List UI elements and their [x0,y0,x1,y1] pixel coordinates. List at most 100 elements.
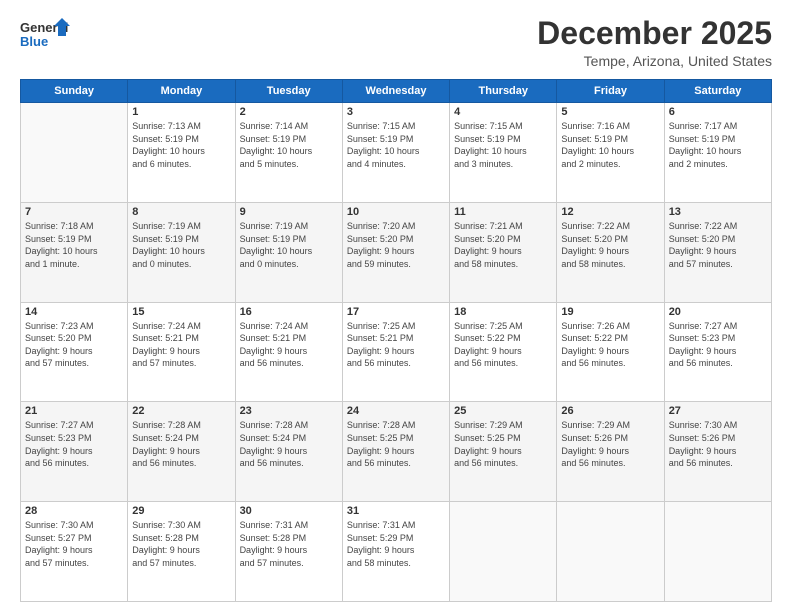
calendar-day-cell: 4Sunrise: 7:15 AMSunset: 5:19 PMDaylight… [450,103,557,203]
day-info: Sunrise: 7:29 AMSunset: 5:25 PMDaylight:… [454,419,552,469]
day-number: 8 [132,206,230,218]
svg-text:Blue: Blue [20,34,48,49]
calendar-day-cell [450,502,557,602]
calendar-day-cell: 30Sunrise: 7:31 AMSunset: 5:28 PMDayligh… [235,502,342,602]
calendar-day-cell: 1 Sunrise: 7:13 AMSunset: 5:19 PMDaylight… [128,103,235,203]
calendar-day-cell: 25 Sunrise: 7:29 AMSunset: 5:25 PMDayligh… [450,402,557,502]
header-friday: Friday [557,80,664,103]
day-number: 15 [132,306,230,318]
day-info: Sunrise: 7:22 AMSunset: 5:20 PMDaylight:… [561,220,659,270]
day-info: Sunrise: 7:26 AMSunset: 5:22 PMDaylight:… [561,320,659,370]
calendar-day-cell: 9Sunrise: 7:19 AMSunset: 5:19 PMDaylight… [235,202,342,302]
day-info: Sunrise: 7:31 AMSunset: 5:28 PMDaylight:… [240,519,338,569]
calendar-day-cell: 31Sunrise: 7:31 AMSunset: 5:29 PMDayligh… [342,502,449,602]
calendar-day-cell: 21 Sunrise: 7:27 AMSunset: 5:23 PMDayligh… [21,402,128,502]
day-info: Sunrise: 7:30 AMSunset: 5:27 PMDaylight:… [25,519,123,569]
day-number: 5 [561,106,659,118]
calendar-week-row: 21 Sunrise: 7:27 AMSunset: 5:23 PMDayligh… [21,402,772,502]
day-number: 19 [561,306,659,318]
day-number: 10 [347,206,445,218]
header-tuesday: Tuesday [235,80,342,103]
calendar-day-cell: 29 Sunrise: 7:30 AMSunset: 5:28 PMDayligh… [128,502,235,602]
day-number: 28 [25,505,123,517]
header-saturday: Saturday [664,80,771,103]
day-number: 29 [132,505,230,517]
day-info: Sunrise: 7:29 AMSunset: 5:26 PMDaylight:… [561,419,659,469]
day-number: 25 [454,405,552,417]
day-number: 11 [454,206,552,218]
logo-svg: General Blue [20,16,70,54]
calendar-day-cell: 18Sunrise: 7:25 AMSunset: 5:22 PMDayligh… [450,302,557,402]
day-info: Sunrise: 7:17 AMSunset: 5:19 PMDaylight:… [669,120,767,170]
day-number: 23 [240,405,338,417]
calendar-day-cell [664,502,771,602]
day-info: Sunrise: 7:13 AMSunset: 5:19 PMDaylight:… [132,120,230,170]
calendar-day-cell: 26Sunrise: 7:29 AMSunset: 5:26 PMDayligh… [557,402,664,502]
calendar-day-cell: 19 Sunrise: 7:26 AMSunset: 5:22 PMDayligh… [557,302,664,402]
day-number: 27 [669,405,767,417]
calendar-day-cell: 7Sunrise: 7:18 AMSunset: 5:19 PMDaylight… [21,202,128,302]
day-info: Sunrise: 7:23 AMSunset: 5:20 PMDaylight:… [25,320,123,370]
day-number: 20 [669,306,767,318]
calendar-day-cell: 2 Sunrise: 7:14 AMSunset: 5:19 PMDaylight… [235,103,342,203]
day-number: 14 [25,306,123,318]
calendar-day-cell [21,103,128,203]
calendar-day-cell: 24 Sunrise: 7:28 AMSunset: 5:25 PMDayligh… [342,402,449,502]
calendar-day-cell: 17 Sunrise: 7:25 AMSunset: 5:21 PMDayligh… [342,302,449,402]
calendar-day-cell: 12 Sunrise: 7:22 AMSunset: 5:20 PMDayligh… [557,202,664,302]
calendar-day-cell: 3 Sunrise: 7:15 AMSunset: 5:19 PMDaylight… [342,103,449,203]
day-info: Sunrise: 7:15 AMSunset: 5:19 PMDaylight:… [454,120,552,170]
day-number: 1 [132,106,230,118]
weekday-header-row: Sunday Monday Tuesday Wednesday Thursday… [21,80,772,103]
calendar-day-cell: 6 Sunrise: 7:17 AMSunset: 5:19 PMDaylight… [664,103,771,203]
day-info: Sunrise: 7:16 AMSunset: 5:19 PMDaylight:… [561,120,659,170]
day-number: 6 [669,106,767,118]
calendar-day-cell: 16 Sunrise: 7:24 AMSunset: 5:21 PMDayligh… [235,302,342,402]
calendar-day-cell: 27Sunrise: 7:30 AMSunset: 5:26 PMDayligh… [664,402,771,502]
calendar-day-cell: 15 Sunrise: 7:24 AMSunset: 5:21 PMDayligh… [128,302,235,402]
header-thursday: Thursday [450,80,557,103]
calendar-day-cell: 28 Sunrise: 7:30 AMSunset: 5:27 PMDayligh… [21,502,128,602]
day-info: Sunrise: 7:15 AMSunset: 5:19 PMDaylight:… [347,120,445,170]
day-number: 22 [132,405,230,417]
day-number: 24 [347,405,445,417]
calendar-day-cell: 13 Sunrise: 7:22 AMSunset: 5:20 PMDayligh… [664,202,771,302]
day-number: 13 [669,206,767,218]
calendar-day-cell: 11 Sunrise: 7:21 AMSunset: 5:20 PMDayligh… [450,202,557,302]
calendar-day-cell: 20 Sunrise: 7:27 AMSunset: 5:23 PMDayligh… [664,302,771,402]
day-number: 17 [347,306,445,318]
day-number: 31 [347,505,445,517]
title-block: December 2025 Tempe, Arizona, United Sta… [537,16,772,69]
calendar-week-row: 28 Sunrise: 7:30 AMSunset: 5:27 PMDayligh… [21,502,772,602]
day-info: Sunrise: 7:19 AMSunset: 5:19 PMDaylight:… [132,220,230,270]
day-info: Sunrise: 7:25 AMSunset: 5:21 PMDaylight:… [347,320,445,370]
day-info: Sunrise: 7:19 AMSunset: 5:19 PMDaylight:… [240,220,338,270]
header-monday: Monday [128,80,235,103]
day-info: Sunrise: 7:30 AMSunset: 5:28 PMDaylight:… [132,519,230,569]
page-title: December 2025 [537,16,772,51]
day-info: Sunrise: 7:28 AMSunset: 5:24 PMDaylight:… [132,419,230,469]
day-number: 7 [25,206,123,218]
day-number: 16 [240,306,338,318]
day-info: Sunrise: 7:28 AMSunset: 5:25 PMDaylight:… [347,419,445,469]
day-info: Sunrise: 7:21 AMSunset: 5:20 PMDaylight:… [454,220,552,270]
day-info: Sunrise: 7:20 AMSunset: 5:20 PMDaylight:… [347,220,445,270]
page: General Blue December 2025 Tempe, Arizon… [0,0,792,612]
day-info: Sunrise: 7:22 AMSunset: 5:20 PMDaylight:… [669,220,767,270]
day-info: Sunrise: 7:24 AMSunset: 5:21 PMDaylight:… [240,320,338,370]
header-wednesday: Wednesday [342,80,449,103]
header: General Blue December 2025 Tempe, Arizon… [20,16,772,69]
day-number: 12 [561,206,659,218]
day-info: Sunrise: 7:24 AMSunset: 5:21 PMDaylight:… [132,320,230,370]
day-number: 2 [240,106,338,118]
day-info: Sunrise: 7:27 AMSunset: 5:23 PMDaylight:… [25,419,123,469]
calendar-day-cell: 8 Sunrise: 7:19 AMSunset: 5:19 PMDaylight… [128,202,235,302]
day-number: 3 [347,106,445,118]
calendar-day-cell: 22 Sunrise: 7:28 AMSunset: 5:24 PMDayligh… [128,402,235,502]
day-info: Sunrise: 7:28 AMSunset: 5:24 PMDaylight:… [240,419,338,469]
calendar-week-row: 7Sunrise: 7:18 AMSunset: 5:19 PMDaylight… [21,202,772,302]
day-number: 21 [25,405,123,417]
day-info: Sunrise: 7:27 AMSunset: 5:23 PMDaylight:… [669,320,767,370]
calendar-week-row: 14 Sunrise: 7:23 AMSunset: 5:20 PMDayligh… [21,302,772,402]
day-info: Sunrise: 7:14 AMSunset: 5:19 PMDaylight:… [240,120,338,170]
